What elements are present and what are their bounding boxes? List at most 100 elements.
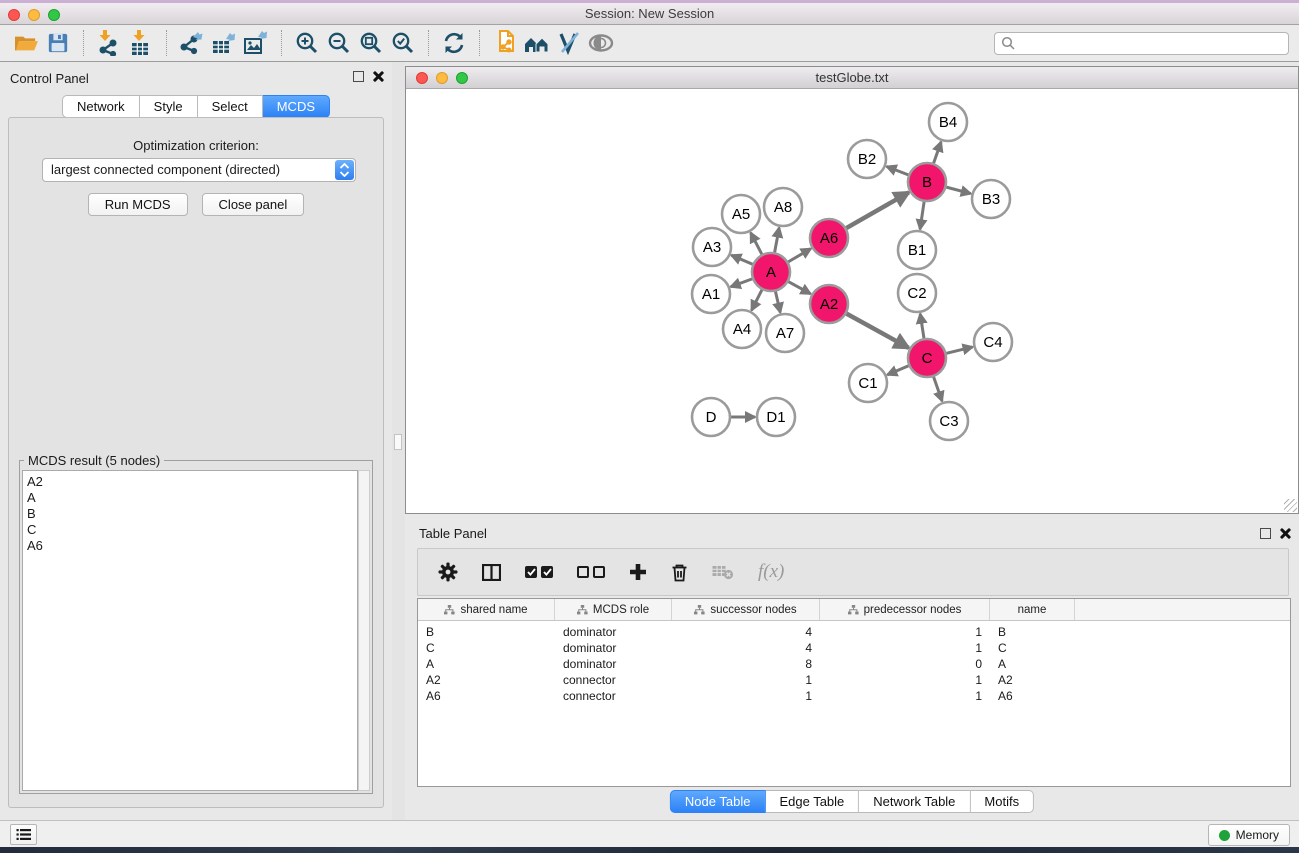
edge-A-A5[interactable] [751,233,762,255]
import-table-icon[interactable] [125,28,157,58]
table-row[interactable]: A6connector11A6 [418,688,1290,704]
criterion-dropdown[interactable]: largest connected component (directed) [42,158,356,182]
table-cell[interactable]: 1 [820,625,990,639]
close-panel-button[interactable]: Close panel [202,193,305,216]
table-cell[interactable]: A6 [990,689,1075,703]
table-cell[interactable]: B [990,625,1075,639]
panel-divider[interactable] [392,62,405,820]
first-neighbors-icon[interactable] [521,28,553,58]
minimize-network-window-button[interactable] [436,72,448,84]
maximize-network-window-button[interactable] [456,72,468,84]
column-header-successor-nodes[interactable]: successor nodes [672,599,820,620]
table-cell[interactable]: 1 [672,689,820,703]
edge-B-B1[interactable] [920,202,924,229]
table-cell[interactable]: A [418,657,555,671]
close-panel-icon[interactable] [372,70,384,82]
table-cell[interactable]: 1 [820,641,990,655]
tab-mcds[interactable]: MCDS [263,95,330,118]
table-cell[interactable]: A2 [990,673,1075,687]
close-table-panel-icon[interactable] [1279,527,1291,539]
edge-B-B3[interactable] [946,187,970,193]
tab-select[interactable]: Select [198,95,263,118]
network-window-titlebar[interactable]: testGlobe.txt [406,67,1298,89]
result-list-item[interactable]: B [27,506,353,522]
table-cell[interactable]: C [418,641,555,655]
export-image-icon[interactable] [240,28,272,58]
table-cell[interactable]: A6 [418,689,555,703]
zoom-in-icon[interactable] [291,28,323,58]
table-row[interactable]: Cdominator41C [418,640,1290,656]
tab-edge-table[interactable]: Edge Table [765,790,859,813]
column-header-MCDS-role[interactable]: MCDS role [555,599,672,620]
column-header-predecessor-nodes[interactable]: predecessor nodes [820,599,990,620]
result-list-scrollbar[interactable] [358,470,370,791]
column-header-name[interactable]: name [990,599,1075,620]
table-row[interactable]: A2connector11A2 [418,672,1290,688]
window-resize-grip-icon[interactable] [1284,499,1297,512]
zoom-fit-icon[interactable] [355,28,387,58]
edge-A-A1[interactable] [731,279,753,287]
table-cell[interactable]: dominator [555,641,672,655]
result-list-item[interactable]: A2 [27,474,353,490]
result-list-item[interactable]: A [27,490,353,506]
table-cell[interactable]: B [418,625,555,639]
table-cell[interactable]: A2 [418,673,555,687]
delete-table-icon[interactable] [712,565,734,580]
table-cell[interactable]: 0 [820,657,990,671]
search-input[interactable] [1015,36,1282,50]
edge-A-A8[interactable] [775,228,780,253]
edge-A-A2[interactable] [789,282,811,294]
table-cell[interactable]: 1 [820,673,990,687]
table-cell[interactable]: C [990,641,1075,655]
zoom-out-icon[interactable] [323,28,355,58]
add-column-icon[interactable] [629,563,647,581]
edge-B-B2[interactable] [887,167,909,175]
show-graphics-eye-icon[interactable] [585,28,617,58]
table-cell[interactable]: 4 [672,625,820,639]
minimize-window-button[interactable] [28,9,40,21]
maximize-window-button[interactable] [48,9,60,21]
table-cell[interactable]: dominator [555,657,672,671]
edge-A-A7[interactable] [775,291,780,312]
edge-C-C3[interactable] [934,377,942,401]
show-columns-icon[interactable] [482,564,501,581]
hide-graphics-icon[interactable] [553,28,585,58]
edge-A2-C[interactable] [847,314,909,348]
import-network-icon[interactable] [93,28,125,58]
table-cell[interactable]: 1 [672,673,820,687]
result-list-item[interactable]: A6 [27,538,353,554]
zoom-selected-icon[interactable] [387,28,419,58]
duplicate-network-icon[interactable] [489,28,521,58]
result-list-item[interactable]: C [27,522,353,538]
tab-motifs[interactable]: Motifs [970,790,1034,813]
tab-network-table[interactable]: Network Table [859,790,970,813]
table-cell[interactable]: 8 [672,657,820,671]
table-cell[interactable]: connector [555,689,672,703]
table-row[interactable]: Bdominator41B [418,624,1290,640]
table-row[interactable]: Adominator80A [418,656,1290,672]
export-network-icon[interactable] [176,28,208,58]
open-session-icon[interactable] [10,28,42,58]
table-cell[interactable]: 4 [672,641,820,655]
float-table-panel-icon[interactable] [1260,528,1271,539]
export-table-icon[interactable] [208,28,240,58]
edge-B-B4[interactable] [934,142,941,163]
run-mcds-button[interactable]: Run MCDS [88,193,188,216]
table-cell[interactable]: dominator [555,625,672,639]
close-network-window-button[interactable] [416,72,428,84]
divider-handle-icon[interactable] [394,434,402,450]
delete-column-icon[interactable] [671,563,688,582]
table-cell[interactable]: 1 [820,689,990,703]
edge-A-A4[interactable] [752,290,762,310]
edge-A-A6[interactable] [788,249,811,262]
tab-network[interactable]: Network [62,95,140,118]
edge-A-A3[interactable] [731,255,752,264]
memory-button[interactable]: Memory [1208,824,1290,846]
save-session-icon[interactable] [42,28,74,58]
table-cell[interactable]: connector [555,673,672,687]
edge-C-C2[interactable] [920,314,924,338]
edge-C-C4[interactable] [946,347,972,353]
table-cell[interactable]: A [990,657,1075,671]
tab-style[interactable]: Style [140,95,198,118]
column-header-shared-name[interactable]: shared name [418,599,555,620]
